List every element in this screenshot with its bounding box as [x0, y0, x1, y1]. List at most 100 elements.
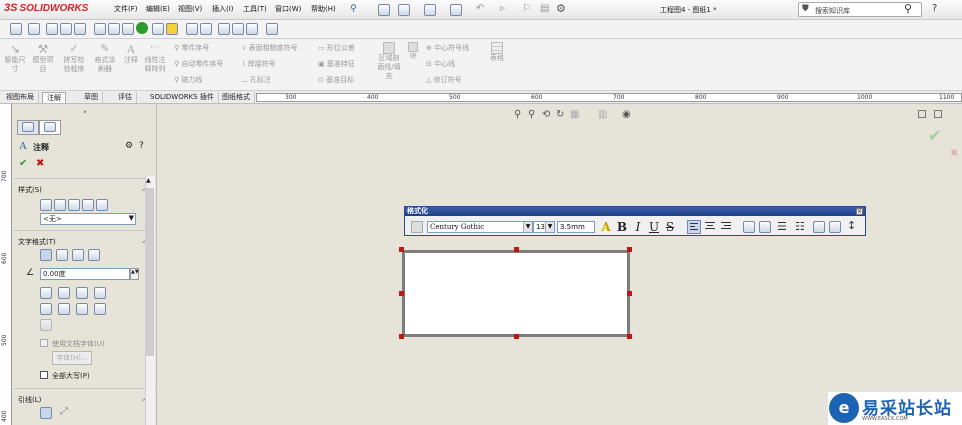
fit-text-icon[interactable] [759, 221, 771, 233]
ok-button[interactable]: ✔ [19, 158, 27, 169]
previous-view-icon[interactable]: ⟲ [542, 109, 550, 120]
link-property-icon[interactable] [58, 287, 70, 299]
surface-finish-icon[interactable] [58, 303, 70, 315]
load-style-icon[interactable] [96, 199, 108, 211]
options-icon[interactable]: ⚙ [556, 2, 566, 15]
auto-balloon-button[interactable]: ⚲ 自动零件序号 [174, 59, 223, 69]
details-icon[interactable]: ⚙ [125, 141, 133, 151]
grid-icon[interactable] [60, 23, 72, 35]
note-text-box[interactable] [402, 250, 630, 337]
insert-hyperlink-icon[interactable] [40, 287, 52, 299]
menu-insert[interactable]: 插入(I) [212, 4, 234, 14]
font-color-icon[interactable] [411, 221, 423, 233]
save-style-icon[interactable] [82, 199, 94, 211]
rotate-icon[interactable]: ↻ [556, 109, 564, 120]
yellow-tool-icon[interactable] [166, 23, 178, 35]
block-button[interactable]: 块 [406, 42, 420, 88]
expand-dot-icon[interactable]: • [13, 108, 157, 117]
add-symbol-icon[interactable] [76, 287, 88, 299]
tab-sketch[interactable]: 草图 [80, 92, 103, 103]
menu-file[interactable]: 文件(F) [114, 4, 138, 14]
resize-handle[interactable] [627, 291, 632, 296]
center-mark-button[interactable]: ⊕ 中心符号线 [426, 43, 469, 53]
hole-callout-button[interactable]: ⌴ 孔标注 [242, 75, 271, 85]
bullets-icon[interactable]: ☰ [777, 220, 787, 233]
section-view-icon[interactable]: ▦ [570, 109, 579, 120]
align-right-icon[interactable] [72, 249, 84, 261]
use-doc-font-checkbox[interactable] [40, 339, 48, 347]
green-circle-icon[interactable] [136, 22, 148, 34]
balloon-button[interactable]: ⚲ 零件序号 [174, 43, 209, 53]
help-icon[interactable]: ? [932, 3, 937, 14]
display-icon[interactable] [46, 23, 58, 35]
leader-style-icon[interactable]: ⤢ [60, 406, 68, 417]
angle-input[interactable]: 0.00度 [40, 268, 130, 280]
menu-help[interactable]: 帮助(H) [311, 4, 336, 14]
file-icon[interactable] [266, 23, 278, 35]
solidworks-logo[interactable]: 3S SOLIDWORKS [4, 2, 96, 18]
tab-view-layout[interactable]: 视图布局 [2, 92, 39, 103]
resize-handle[interactable] [627, 247, 632, 252]
resize-handle[interactable] [399, 247, 404, 252]
apply-style-icon[interactable] [40, 199, 52, 211]
area-hatch-button[interactable]: 区域剖 面线/填 充 [374, 42, 404, 88]
datum-feature-icon[interactable] [76, 303, 88, 315]
surface-finish-button[interactable]: √ 表面粗糙度符号 [242, 43, 298, 53]
resize-handle[interactable] [627, 334, 632, 339]
file-props-icon[interactable]: ▤ [540, 3, 549, 14]
resize-handle[interactable] [514, 334, 519, 339]
format-painter-button[interactable]: ✎ 格式涂 刷器 [92, 42, 118, 88]
font-select[interactable]: Century Gothic ▼ [427, 221, 533, 233]
text-format-header[interactable]: 文字格式(T) [18, 237, 56, 247]
tab-solidworks-addins[interactable]: SOLIDWORKS 插件 [146, 92, 219, 103]
datum-target-button[interactable]: ⊙ 基准目标 [318, 75, 354, 85]
border-icon[interactable] [743, 221, 755, 233]
save-icon[interactable] [424, 4, 436, 16]
new-icon[interactable] [378, 4, 390, 16]
find-icon[interactable] [200, 23, 212, 35]
pin-icon[interactable]: ⚲ [350, 4, 357, 14]
geometric-tolerance-button[interactable]: ▭ 形位公差 [318, 43, 355, 53]
strikethrough-button[interactable]: S [663, 220, 677, 234]
text-height-input[interactable]: 3.5mm [557, 221, 595, 233]
tab-sheet-format[interactable]: 图纸格式 [218, 92, 255, 103]
justify-icon[interactable] [88, 249, 100, 261]
sheet-icon[interactable] [28, 23, 40, 35]
feature-manager-tab[interactable] [17, 120, 39, 135]
leader-header[interactable]: 引线(L) [18, 395, 41, 405]
decrease-indent-icon[interactable] [813, 221, 825, 233]
pm-scrollbar-thumb[interactable] [146, 188, 154, 356]
leader-type-icon[interactable] [40, 407, 52, 419]
insert-gtol-icon[interactable] [40, 303, 52, 315]
open-icon[interactable] [398, 4, 410, 16]
linear-note-pattern-button[interactable]: ⋯ 线性注 释阵列 [143, 42, 167, 88]
scroll-up-icon[interactable]: ▲ [146, 177, 151, 184]
delete-style-icon[interactable] [68, 199, 80, 211]
confirmation-check-icon[interactable]: ✔ [928, 126, 941, 145]
magnetic-line-button[interactable]: ⚲ 磁力线 [174, 75, 202, 85]
ruler-tool-icon[interactable] [152, 23, 164, 35]
weld-symbol-button[interactable]: ⌇ 焊接符号 [242, 59, 276, 69]
align-center-icon[interactable] [56, 249, 68, 261]
font-style-button[interactable]: A [599, 220, 613, 234]
resize-handle[interactable] [514, 247, 519, 252]
align-left-icon[interactable] [40, 249, 52, 261]
maximize-icon[interactable] [934, 110, 942, 118]
open-drawing-icon[interactable] [246, 23, 258, 35]
search-icon[interactable]: ⚲ [904, 2, 912, 15]
stack-note-icon[interactable] [94, 303, 106, 315]
appearance-icon[interactable] [74, 23, 86, 35]
style-section-header[interactable]: 样式(S) [18, 185, 42, 195]
resize-handle[interactable] [399, 291, 404, 296]
menu-window[interactable]: 窗口(W) [275, 4, 301, 14]
display-style-icon[interactable]: ▥ [598, 109, 607, 120]
hide-show-icon[interactable] [108, 23, 120, 35]
revision-symbol-button[interactable]: △ 修订符号 [426, 75, 462, 85]
tab-annotation[interactable]: 注解 [42, 92, 66, 103]
underline-button[interactable]: U [647, 220, 661, 234]
hole-callout-icon[interactable] [40, 319, 52, 331]
bold-button[interactable]: B [615, 220, 629, 234]
print-icon[interactable] [450, 4, 462, 16]
align-left-button[interactable] [687, 220, 701, 234]
property-manager-tab[interactable] [39, 120, 61, 135]
